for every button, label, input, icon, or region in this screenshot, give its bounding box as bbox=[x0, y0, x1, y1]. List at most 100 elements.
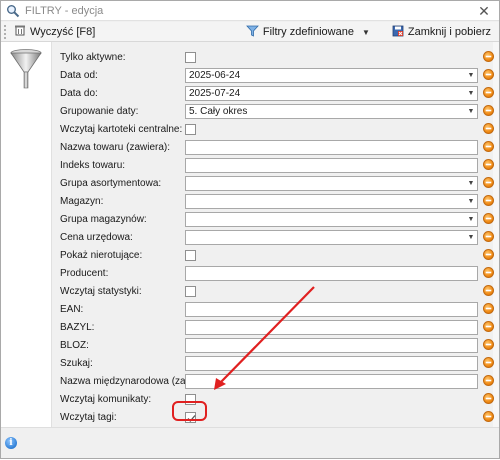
filter-row: Wczytaj kartoteki centralne: bbox=[52, 120, 482, 138]
field-textbox[interactable] bbox=[185, 319, 478, 335]
filter-row: Wczytaj statystyki: bbox=[52, 282, 482, 300]
field-label: Wczytaj statystyki: bbox=[60, 285, 142, 297]
field-checkbox[interactable] bbox=[185, 51, 196, 63]
field-label: Cena urzędowa: bbox=[60, 231, 133, 243]
clear-field-button[interactable] bbox=[483, 339, 494, 350]
clear-field-button[interactable] bbox=[483, 105, 494, 116]
filter-form: Tylko aktywne: Data od: 2025-06-24 ▼ Data do… bbox=[51, 42, 499, 427]
filter-row: BLOZ: bbox=[52, 336, 482, 354]
defined-filters-label: Filtry zdefiniowane bbox=[262, 26, 354, 38]
magnifier-icon bbox=[5, 3, 21, 19]
chevron-down-icon[interactable]: ▼ bbox=[467, 90, 475, 98]
chevron-down-icon[interactable]: ▼ bbox=[467, 216, 475, 224]
field-label: EAN: bbox=[60, 303, 84, 315]
clear-field-button[interactable] bbox=[483, 123, 494, 134]
filter-row: Wczytaj tagi: bbox=[52, 408, 482, 426]
save-close-icon bbox=[392, 25, 404, 40]
clear-field-button[interactable] bbox=[483, 51, 494, 62]
filter-row: Magazyn: ▼ bbox=[52, 192, 482, 210]
clear-field-button[interactable] bbox=[483, 69, 494, 80]
field-textbox[interactable] bbox=[185, 139, 478, 155]
clear-button[interactable]: Wyczyść [F8] bbox=[10, 23, 99, 41]
field-textbox[interactable] bbox=[185, 337, 478, 353]
clear-field-button[interactable] bbox=[483, 411, 494, 422]
filter-row: Nazwa międzynarodowa (zawiera): bbox=[52, 372, 482, 390]
chevron-down-icon[interactable]: ▼ bbox=[467, 180, 475, 188]
clear-field-button[interactable] bbox=[483, 357, 494, 368]
clear-field-button[interactable] bbox=[483, 303, 494, 314]
field-combobox[interactable]: 2025-07-24 ▼ bbox=[185, 85, 478, 101]
chevron-down-icon[interactable]: ▼ bbox=[467, 72, 475, 80]
filter-row: Szukaj: bbox=[52, 354, 482, 372]
filter-row: BAZYL: bbox=[52, 318, 482, 336]
filters-window: FILTRY - edycja ✕ Wyczyść [F8] Filtry zd… bbox=[0, 0, 500, 459]
filter-row: Producent: bbox=[52, 264, 482, 282]
field-checkbox[interactable] bbox=[185, 249, 196, 261]
filter-row: Cena urzędowa: ▼ bbox=[52, 228, 482, 246]
field-value: 5. Cały okres bbox=[189, 105, 248, 117]
field-checkbox[interactable] bbox=[185, 393, 196, 405]
field-label: BAZYL: bbox=[60, 321, 95, 333]
clear-field-button[interactable] bbox=[483, 213, 494, 224]
field-label: Producent: bbox=[60, 267, 109, 279]
field-combobox[interactable]: 2025-06-24 ▼ bbox=[185, 67, 478, 83]
field-label: Wczytaj tagi: bbox=[60, 411, 117, 423]
field-textbox[interactable] bbox=[185, 265, 478, 281]
chevron-down-icon[interactable]: ▼ bbox=[467, 234, 475, 242]
info-icon[interactable]: i bbox=[5, 437, 17, 449]
chevron-down-icon[interactable]: ▼ bbox=[467, 198, 475, 206]
funnel-large-icon bbox=[9, 48, 43, 95]
field-checkbox[interactable] bbox=[185, 123, 196, 135]
chevron-down-icon[interactable]: ▼ bbox=[467, 108, 475, 116]
defined-filters-button[interactable]: Filtry zdefiniowane ▼ bbox=[242, 23, 374, 41]
filter-row: Tylko aktywne: bbox=[52, 48, 482, 66]
close-button[interactable]: ✕ bbox=[475, 2, 493, 20]
clear-field-button[interactable] bbox=[483, 267, 494, 278]
field-textbox[interactable] bbox=[185, 355, 478, 371]
field-label: Grupowanie daty: bbox=[60, 105, 139, 117]
funnel-icon bbox=[245, 25, 259, 40]
field-label: Wczytaj kartoteki centralne: bbox=[60, 123, 183, 135]
filter-row: Pokaż nierotujące: bbox=[52, 246, 482, 264]
filter-row: Nazwa towaru (zawiera): bbox=[52, 138, 482, 156]
field-combobox[interactable]: ▼ bbox=[185, 193, 478, 209]
clear-field-button[interactable] bbox=[483, 321, 494, 332]
clear-field-button[interactable] bbox=[483, 141, 494, 152]
field-textbox[interactable] bbox=[185, 373, 478, 389]
field-textbox[interactable] bbox=[185, 157, 478, 173]
field-label: Data od: bbox=[60, 69, 98, 81]
field-textbox[interactable] bbox=[185, 301, 478, 317]
clear-field-button[interactable] bbox=[483, 231, 494, 242]
field-label: Pokaż nierotujące: bbox=[60, 249, 143, 261]
field-combobox[interactable]: ▼ bbox=[185, 229, 478, 245]
filter-row: Grupowanie daty: 5. Cały okres ▼ bbox=[52, 102, 482, 120]
filter-row: Indeks towaru: bbox=[52, 156, 482, 174]
close-and-fetch-button[interactable]: Zamknij i pobierz bbox=[388, 23, 495, 41]
filter-row: Grupa magazynów: ▼ bbox=[52, 210, 482, 228]
filter-row: Data do: 2025-07-24 ▼ bbox=[52, 84, 482, 102]
field-value: 2025-07-24 bbox=[189, 87, 241, 99]
field-combobox[interactable]: ▼ bbox=[185, 175, 478, 191]
clear-field-button[interactable] bbox=[483, 195, 494, 206]
field-label: Wczytaj komunikaty: bbox=[60, 393, 152, 405]
close-and-fetch-label: Zamknij i pobierz bbox=[407, 26, 491, 38]
clear-field-button[interactable] bbox=[483, 177, 494, 188]
field-label: Grupa magazynów: bbox=[60, 213, 147, 225]
left-panel bbox=[1, 42, 51, 427]
clear-field-button[interactable] bbox=[483, 87, 494, 98]
clear-field-button[interactable] bbox=[483, 285, 494, 296]
field-value: 2025-06-24 bbox=[189, 69, 241, 81]
toolbar: Wyczyść [F8] Filtry zdefiniowane ▼ Zamkn… bbox=[1, 22, 499, 42]
filter-row: Data od: 2025-06-24 ▼ bbox=[52, 66, 482, 84]
clear-field-button[interactable] bbox=[483, 159, 494, 170]
status-bar: i bbox=[1, 427, 499, 458]
field-combobox[interactable]: ▼ bbox=[185, 211, 478, 227]
window-title: FILTRY - edycja bbox=[25, 4, 104, 17]
field-combobox[interactable]: 5. Cały okres ▼ bbox=[185, 103, 478, 119]
clear-field-button[interactable] bbox=[483, 375, 494, 386]
field-label: Grupa asortymentowa: bbox=[60, 177, 162, 189]
field-checkbox[interactable] bbox=[185, 411, 196, 423]
clear-field-button[interactable] bbox=[483, 393, 494, 404]
clear-field-button[interactable] bbox=[483, 249, 494, 260]
field-checkbox[interactable] bbox=[185, 285, 196, 297]
